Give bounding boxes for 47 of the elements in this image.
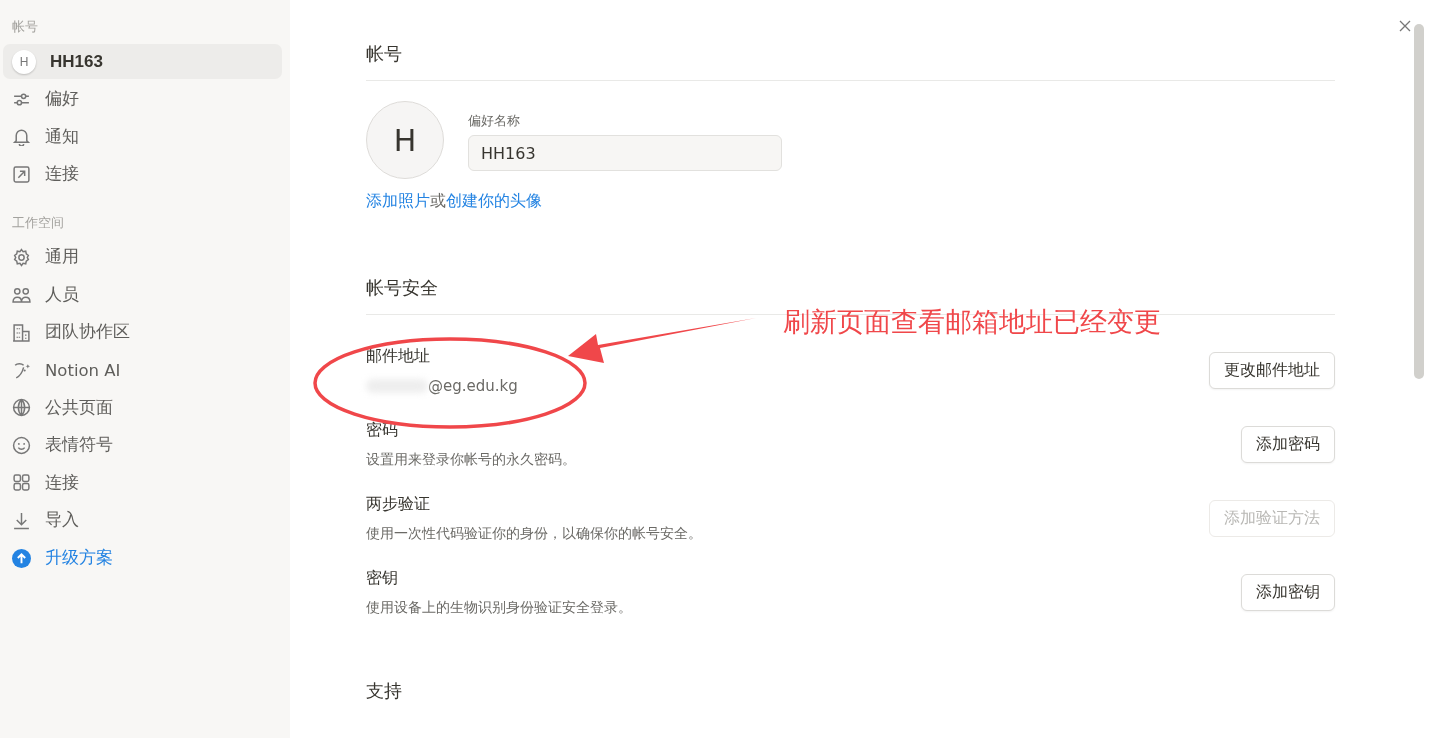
sidebar-item[interactable]: 团队协作区 [3,314,282,350]
upgrade-icon [12,548,31,568]
sidebar-item[interactable]: 偏好 [3,81,282,117]
setting-button[interactable]: 添加密钥 [1241,573,1335,611]
sidebar-item[interactable]: 连接 [3,465,282,501]
setting-button[interactable]: 添加密码 [1241,425,1335,463]
name-field[interactable]: HH163 [468,135,782,171]
setting-description: 设置用来登录你帐号的永久密码。 [366,450,576,469]
sidebar-item[interactable]: 通知 [3,119,282,155]
gear-icon [12,247,31,267]
sidebar-item[interactable]: 公共页面 [3,390,282,426]
sidebar-item[interactable]: 导入 [3,502,282,538]
setting-description: 使用一次性代码验证你的身份，以确保你的帐号安全。 [366,524,702,543]
close-icon[interactable] [1399,20,1411,32]
sidebar-item[interactable]: 通用 [3,239,282,275]
avatar: H [12,49,36,74]
building-icon [12,322,31,342]
people-icon [12,285,31,305]
sidebar-item[interactable]: 连接 [3,156,282,192]
add-photo-link[interactable]: 添加照片 [366,191,430,212]
section-heading: 支持 [366,679,402,703]
arrow-box-icon [12,164,31,184]
section-heading: 帐号 [11,18,39,36]
grid-icon [12,473,31,493]
section-heading: 帐号 [366,42,402,66]
globe-icon [12,398,31,418]
section-heading: 帐号安全 [366,276,438,300]
sidebar-item[interactable]: 升级方案 [3,540,282,576]
section-heading: 工作空间 [11,213,65,232]
annotation-text: 刷新页面查看邮箱地址已经变更 [783,305,1161,339]
sidebar-item[interactable]: H HH163 [3,44,282,79]
sidebar-item[interactable]: Notion AI [3,352,282,388]
setting-title: 两步验证 [366,493,431,515]
smiley-icon [12,435,31,455]
email-address: @eg.edu.kg [366,376,518,395]
avatar: H [366,101,444,179]
bell-icon [12,127,31,147]
download-icon [12,510,31,530]
create-avatar-link[interactable]: 创建你的头像 [446,191,542,212]
setting-description: 使用设备上的生物识别身份验证安全登录。 [366,598,632,617]
or-text: 或 [430,191,446,212]
setting-button[interactable]: 更改邮件地址 [1209,351,1335,389]
setting-title: 邮件地址 [366,345,431,367]
sidebar-item[interactable]: 人员 [3,277,282,313]
setting-title: 密钥 [366,567,399,589]
field-label: 偏好名称 [468,112,521,130]
sidebar-item[interactable]: 表情符号 [3,427,282,463]
